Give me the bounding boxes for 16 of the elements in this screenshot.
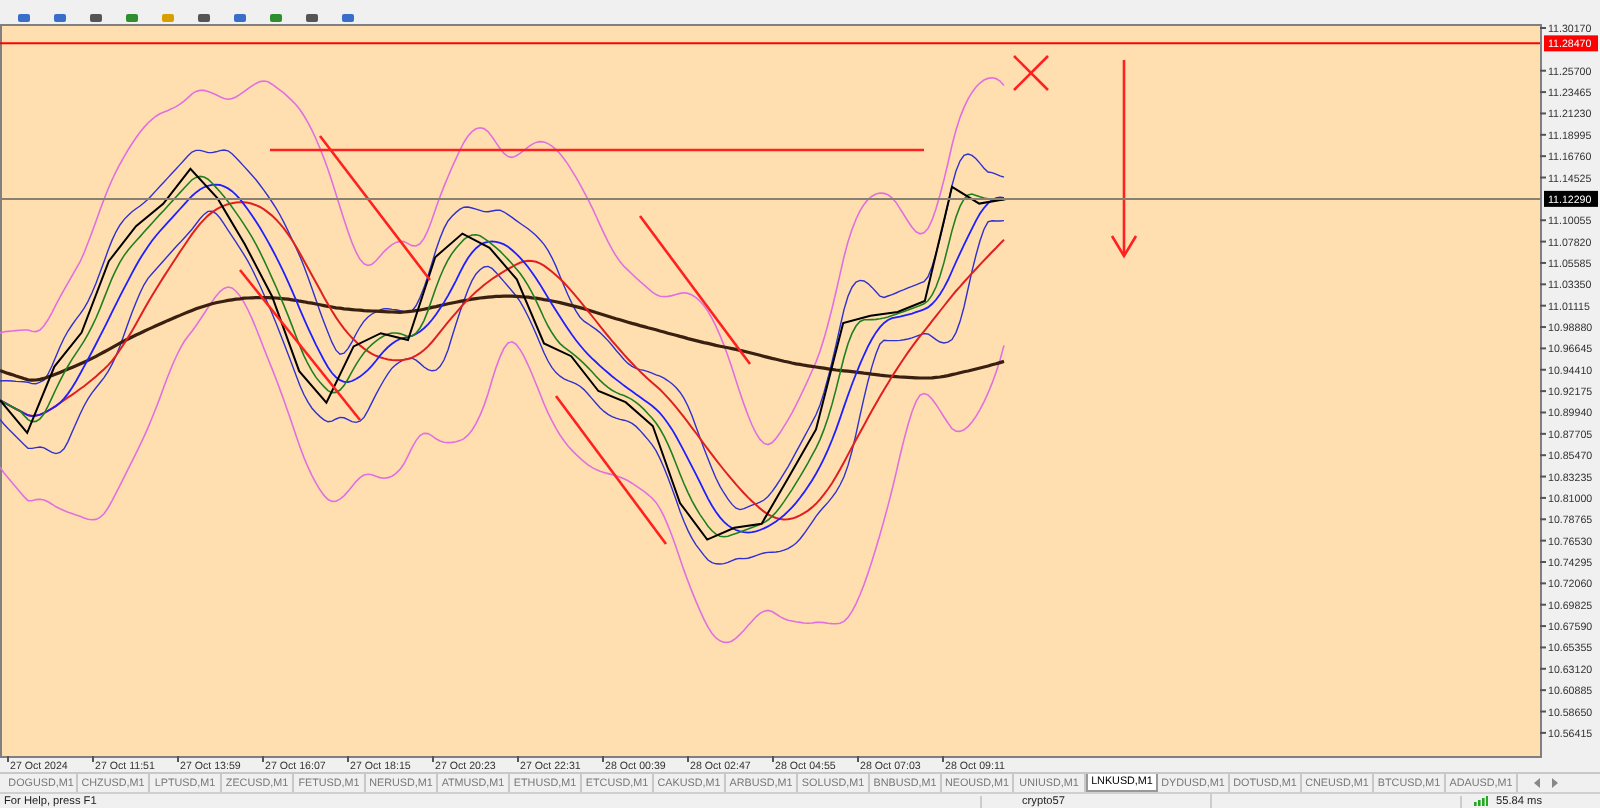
toolbar-icon[interactable] (88, 14, 104, 24)
toolbar-icon[interactable] (268, 14, 284, 24)
scroll-left-icon[interactable] (1534, 778, 1542, 788)
trend-line[interactable] (554, 395, 668, 545)
scroll-right-icon[interactable] (1552, 778, 1560, 788)
cross-mark (1013, 55, 1049, 91)
toolbar-icon[interactable] (232, 14, 248, 24)
toolbar-icon[interactable] (52, 14, 68, 24)
price-level-line[interactable] (0, 197, 1541, 200)
toolbar-icon[interactable] (196, 14, 212, 24)
toolbar-icon[interactable] (340, 14, 356, 24)
toolbar-icon[interactable] (124, 14, 140, 24)
toolbar-icon[interactable] (16, 14, 32, 24)
signal-icon (1474, 796, 1488, 806)
trend-line[interactable] (239, 269, 361, 421)
toolbar-icon[interactable] (304, 14, 320, 24)
